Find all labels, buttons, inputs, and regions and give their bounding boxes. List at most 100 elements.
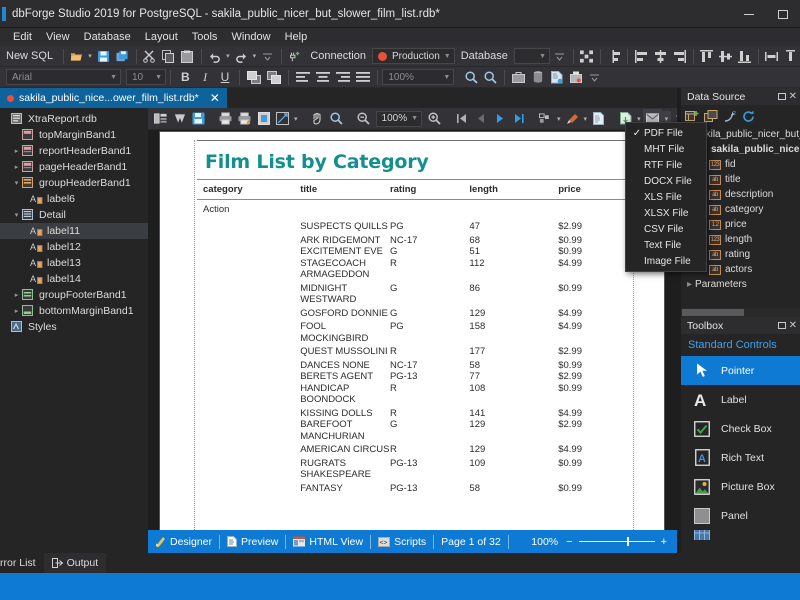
toolbox-item-partial[interactable] <box>681 530 800 540</box>
zoom-out-icon[interactable] <box>354 109 373 128</box>
tree-expander-icon[interactable]: ▸ <box>11 147 22 155</box>
toolbar-overflow-icon[interactable] <box>585 68 604 87</box>
minimize-button[interactable] <box>732 0 766 28</box>
zoom-out-button[interactable]: − <box>560 536 578 548</box>
undo-icon[interactable] <box>205 47 224 66</box>
open-dropdown-icon[interactable]: ▾ <box>86 52 94 60</box>
tree-expander-icon[interactable]: ▸ <box>687 279 692 290</box>
text-align-center-icon[interactable] <box>313 68 333 87</box>
edit-data-source-icon[interactable] <box>704 109 718 123</box>
tree-item-pageheaderband1[interactable]: ▸ pageHeaderBand1 <box>0 159 148 175</box>
new-sql-button[interactable]: New SQL <box>0 50 59 62</box>
background-dropdown-icon[interactable]: ▾ <box>555 115 563 123</box>
underline-button[interactable]: U <box>215 68 236 87</box>
font-size-combo[interactable]: 10 ▼ <box>126 69 166 85</box>
align-centers-icon[interactable] <box>651 47 670 66</box>
tree-expander-icon[interactable]: ▸ <box>11 307 22 315</box>
report-page[interactable]: Film List by Category category title rat… <box>160 132 664 530</box>
undo-dropdown-icon[interactable]: ▾ <box>224 52 232 60</box>
make-same-height-icon[interactable] <box>781 47 800 66</box>
tree-item-styles[interactable]: Styles <box>0 319 148 335</box>
quick-print-icon[interactable] <box>235 109 254 128</box>
watermark-dropdown-icon[interactable]: ▾ <box>582 115 590 123</box>
tree-expander-icon[interactable]: ▸ <box>11 291 22 299</box>
tab-error-list[interactable]: rror List <box>0 553 44 573</box>
print-icon[interactable] <box>216 109 235 128</box>
rebuild-relations-icon[interactable]: 2 <box>723 110 737 123</box>
close-icon[interactable]: ✕ <box>789 321 797 331</box>
text-align-justify-icon[interactable] <box>353 68 373 87</box>
tree-item-groupfooterband1[interactable]: ▸ groupFooterBand1 <box>0 287 148 303</box>
print-preview-icon[interactable] <box>566 68 585 87</box>
zoom-in-icon[interactable] <box>462 68 481 87</box>
align-bottoms-icon[interactable] <box>735 47 754 66</box>
report-explorer-tree[interactable]: XtraReport.rdb topMarginBand1 ▸ reportHe… <box>0 108 148 553</box>
magnifier-tool-icon[interactable] <box>327 109 346 128</box>
align-left-icon[interactable] <box>604 47 623 66</box>
tree-expander-icon[interactable]: ▾ <box>11 211 22 219</box>
last-page-icon[interactable] <box>509 109 528 128</box>
tree-item-reportheaderband1[interactable]: ▸ reportHeaderBand1 <box>0 143 148 159</box>
new-connection-icon[interactable] <box>285 47 304 66</box>
menu-item-layout[interactable]: Layout <box>138 28 185 46</box>
tree-item-label6[interactable]: A label6 <box>0 191 148 207</box>
toolbox-icon[interactable] <box>509 68 528 87</box>
toolbox-item-picture-box[interactable]: Picture Box <box>681 472 800 501</box>
zoom-in-icon[interactable] <box>425 109 444 128</box>
tree-item-label11[interactable]: A label11 <box>0 223 148 239</box>
align-middles-icon[interactable] <box>716 47 735 66</box>
scale-dropdown-icon[interactable]: ▾ <box>292 115 300 123</box>
page-icon[interactable] <box>589 109 608 128</box>
menu-item-edit[interactable]: Edit <box>6 28 39 46</box>
tree-item-bottommarginband1[interactable]: ▸ bottomMarginBand1 <box>0 303 148 319</box>
close-icon[interactable]: ✕ <box>789 92 797 102</box>
menu-item-tools[interactable]: Tools <box>185 28 225 46</box>
align-rights-icon[interactable] <box>670 47 689 66</box>
align-lefts-icon[interactable] <box>632 47 651 66</box>
paste-icon[interactable] <box>178 47 197 66</box>
tab-preview[interactable]: Preview <box>220 530 285 553</box>
redo-dropdown-icon[interactable]: ▾ <box>251 52 259 60</box>
send-to-back-icon[interactable] <box>264 68 284 87</box>
watermark-icon[interactable] <box>563 109 582 128</box>
menu-item-help[interactable]: Help <box>278 28 315 46</box>
database-combo[interactable]: ▼ <box>513 48 551 64</box>
menu-item-mht-file[interactable]: MHT File <box>626 141 706 157</box>
add-data-source-icon[interactable] <box>685 110 699 123</box>
database-object-icon[interactable] <box>528 68 547 87</box>
menu-item-docx-file[interactable]: DOCX File <box>626 173 706 189</box>
tab-html-view[interactable]: HTML View <box>286 530 370 553</box>
align-tops-icon[interactable] <box>697 47 716 66</box>
auto-hide-icon[interactable] <box>777 322 786 329</box>
menu-item-database[interactable]: Database <box>77 28 138 46</box>
data-source-parameters[interactable]: ▸ Parameters <box>681 277 800 292</box>
menu-item-csv-file[interactable]: CSV File <box>626 221 706 237</box>
menu-item-window[interactable]: Window <box>224 28 277 46</box>
new-document-icon[interactable] <box>547 68 566 87</box>
auto-hide-icon[interactable] <box>777 93 786 100</box>
tree-item-detail[interactable]: ▾ Detail <box>0 207 148 223</box>
search-icon[interactable] <box>170 109 189 128</box>
toolbar-overflow-icon[interactable] <box>550 47 569 66</box>
toolbar-overflow-icon[interactable] <box>258 47 277 66</box>
document-map-icon[interactable] <box>151 109 170 128</box>
tree-item-topmarginband1[interactable]: topMarginBand1 <box>0 127 148 143</box>
italic-button[interactable]: I <box>196 68 215 87</box>
page-setup-icon[interactable] <box>254 109 273 128</box>
menu-item-text-file[interactable]: Text File <box>626 237 706 253</box>
tab-scripts[interactable]: <> Scripts <box>371 530 433 553</box>
menu-item-image-file[interactable]: Image File <box>626 253 706 269</box>
scrollbar-thumb[interactable] <box>682 309 744 316</box>
toolbox-item-panel[interactable]: Panel <box>681 501 800 530</box>
tree-item-label14[interactable]: A label14 <box>0 271 148 287</box>
menu-item-xlsx-file[interactable]: XLSX File <box>626 205 706 221</box>
tree-item-xtrareport[interactable]: XtraReport.rdb <box>0 111 148 127</box>
maximize-button[interactable] <box>766 0 800 28</box>
toolbox-item-check-box[interactable]: Check Box <box>681 414 800 443</box>
copy-icon[interactable] <box>159 47 178 66</box>
text-align-left-icon[interactable] <box>293 68 313 87</box>
save-all-icon[interactable] <box>113 47 132 66</box>
text-align-right-icon[interactable] <box>333 68 353 87</box>
preview-zoom-combo[interactable]: 100% ▼ <box>375 110 423 127</box>
menu-item-pdf-file[interactable]: ✓ PDF File <box>626 125 706 141</box>
